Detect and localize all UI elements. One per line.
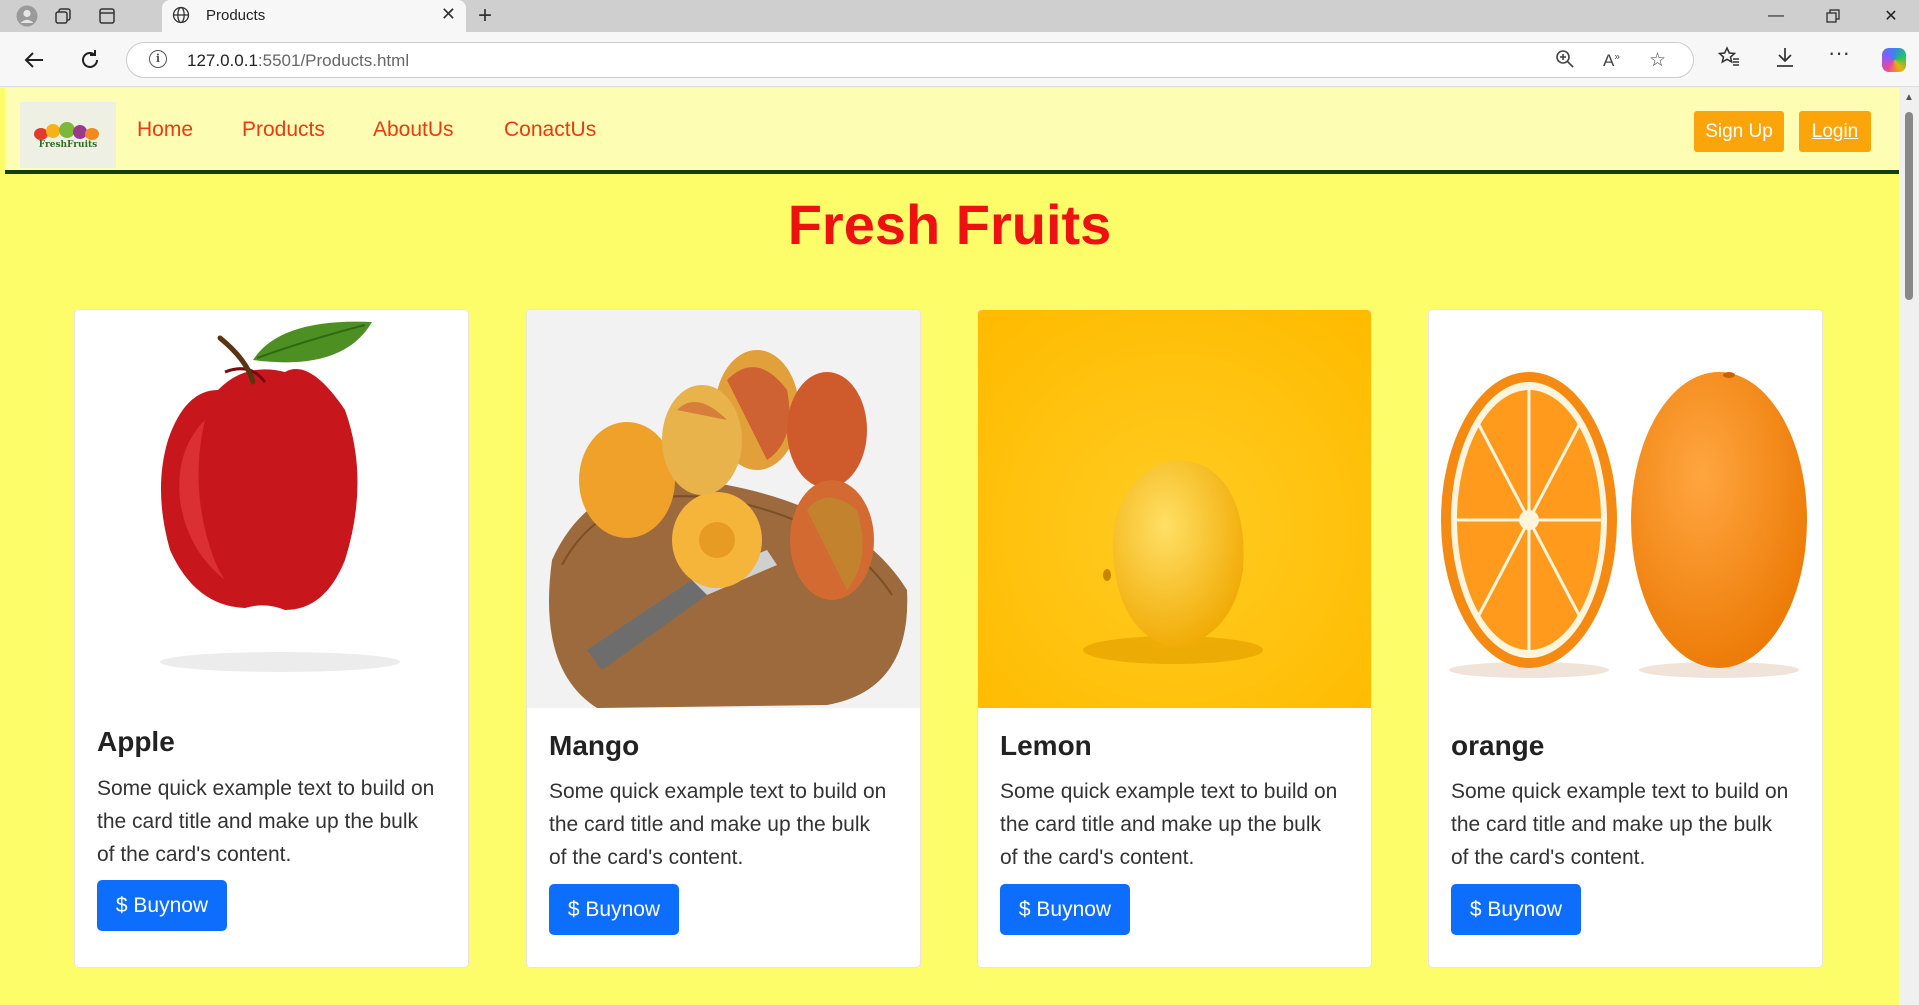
signup-button[interactable]: Sign Up <box>1694 111 1784 152</box>
tab-title: Products <box>206 7 266 24</box>
nav-link-products[interactable]: Products <box>242 118 325 142</box>
card-text: Some quick example text to build on the … <box>1451 780 1789 869</box>
back-icon[interactable] <box>20 46 48 74</box>
url-field[interactable]: i 127.0.0.1:5501/Products.html A» ☆ <box>126 42 1694 78</box>
scroll-up-arrow-icon[interactable]: ▲ <box>1904 92 1914 103</box>
mango-image <box>527 310 920 708</box>
lemon-image <box>978 310 1371 708</box>
logo-text: FreshFruits <box>38 140 98 150</box>
page-scrollbar[interactable]: ▲ <box>1899 88 1919 1005</box>
nav-link-home[interactable]: Home <box>137 118 193 142</box>
card-text: Some quick example text to build on the … <box>549 780 887 869</box>
buynow-button-mango[interactable]: $ Buynow <box>549 884 679 935</box>
read-aloud-icon[interactable]: A» <box>1603 51 1620 71</box>
card-title: Mango <box>549 730 640 761</box>
buynow-button-apple[interactable]: $ Buynow <box>97 880 227 931</box>
apple-image <box>75 310 468 708</box>
product-card-orange: orange Some quick example text to build … <box>1428 309 1823 968</box>
profile-icon[interactable] <box>14 4 40 28</box>
downloads-icon[interactable] <box>1774 46 1796 74</box>
logo-fruits-icon <box>30 122 106 140</box>
product-card-mango: Mango Some quick example text to build o… <box>526 309 921 968</box>
buynow-button-lemon[interactable]: $ Buynow <box>1000 884 1130 935</box>
logo[interactable]: FreshFruits <box>20 102 116 168</box>
site-navbar: FreshFruits Home Products AboutUs Conact… <box>5 88 1899 174</box>
scroll-thumb[interactable] <box>1905 112 1913 300</box>
refresh-icon[interactable] <box>76 46 104 74</box>
site-info-icon[interactable]: i <box>149 50 167 68</box>
page-title: Fresh Fruits <box>787 193 1112 256</box>
buynow-button-orange[interactable]: $ Buynow <box>1451 884 1581 935</box>
browser-tab-bar: Products ✕ + — ✕ <box>0 0 1919 32</box>
page-viewport: FreshFruits Home Products AboutUs Conact… <box>0 88 1899 1005</box>
globe-icon <box>172 6 190 29</box>
card-title: orange <box>1451 730 1545 761</box>
nav-link-contactus[interactable]: ConactUs <box>504 118 596 142</box>
zoom-icon[interactable] <box>1555 49 1575 75</box>
close-window-icon[interactable]: ✕ <box>1868 2 1914 30</box>
url-text: 127.0.0.1:5501/Products.html <box>187 51 410 70</box>
restore-icon[interactable] <box>1810 2 1856 30</box>
new-tab-icon[interactable]: + <box>478 2 492 30</box>
card-title: Apple <box>97 726 175 757</box>
login-button[interactable]: Login <box>1799 111 1871 152</box>
card-text: Some quick example text to build on the … <box>1000 780 1338 869</box>
favorites-icon[interactable] <box>1717 46 1740 74</box>
tab-products[interactable]: Products ✕ <box>162 0 466 32</box>
card-text: Some quick example text to build on the … <box>97 777 435 866</box>
workspaces-icon[interactable] <box>50 4 76 28</box>
card-title: Lemon <box>1000 730 1092 761</box>
tab-actions-icon[interactable] <box>94 4 120 28</box>
minimize-icon[interactable]: — <box>1753 2 1799 30</box>
favorite-star-icon[interactable]: ☆ <box>1649 49 1666 72</box>
product-card-lemon: Lemon Some quick example text to build o… <box>977 309 1372 968</box>
close-tab-icon[interactable]: ✕ <box>441 4 456 25</box>
more-options-icon[interactable]: ··· <box>1828 40 1850 66</box>
address-bar-row: i 127.0.0.1:5501/Products.html A» ☆ ··· <box>0 32 1919 87</box>
orange-image <box>1429 310 1822 708</box>
nav-link-aboutus[interactable]: AboutUs <box>373 118 454 142</box>
copilot-icon[interactable] <box>1882 48 1906 72</box>
product-card-apple: Apple Some quick example text to build o… <box>74 309 469 968</box>
